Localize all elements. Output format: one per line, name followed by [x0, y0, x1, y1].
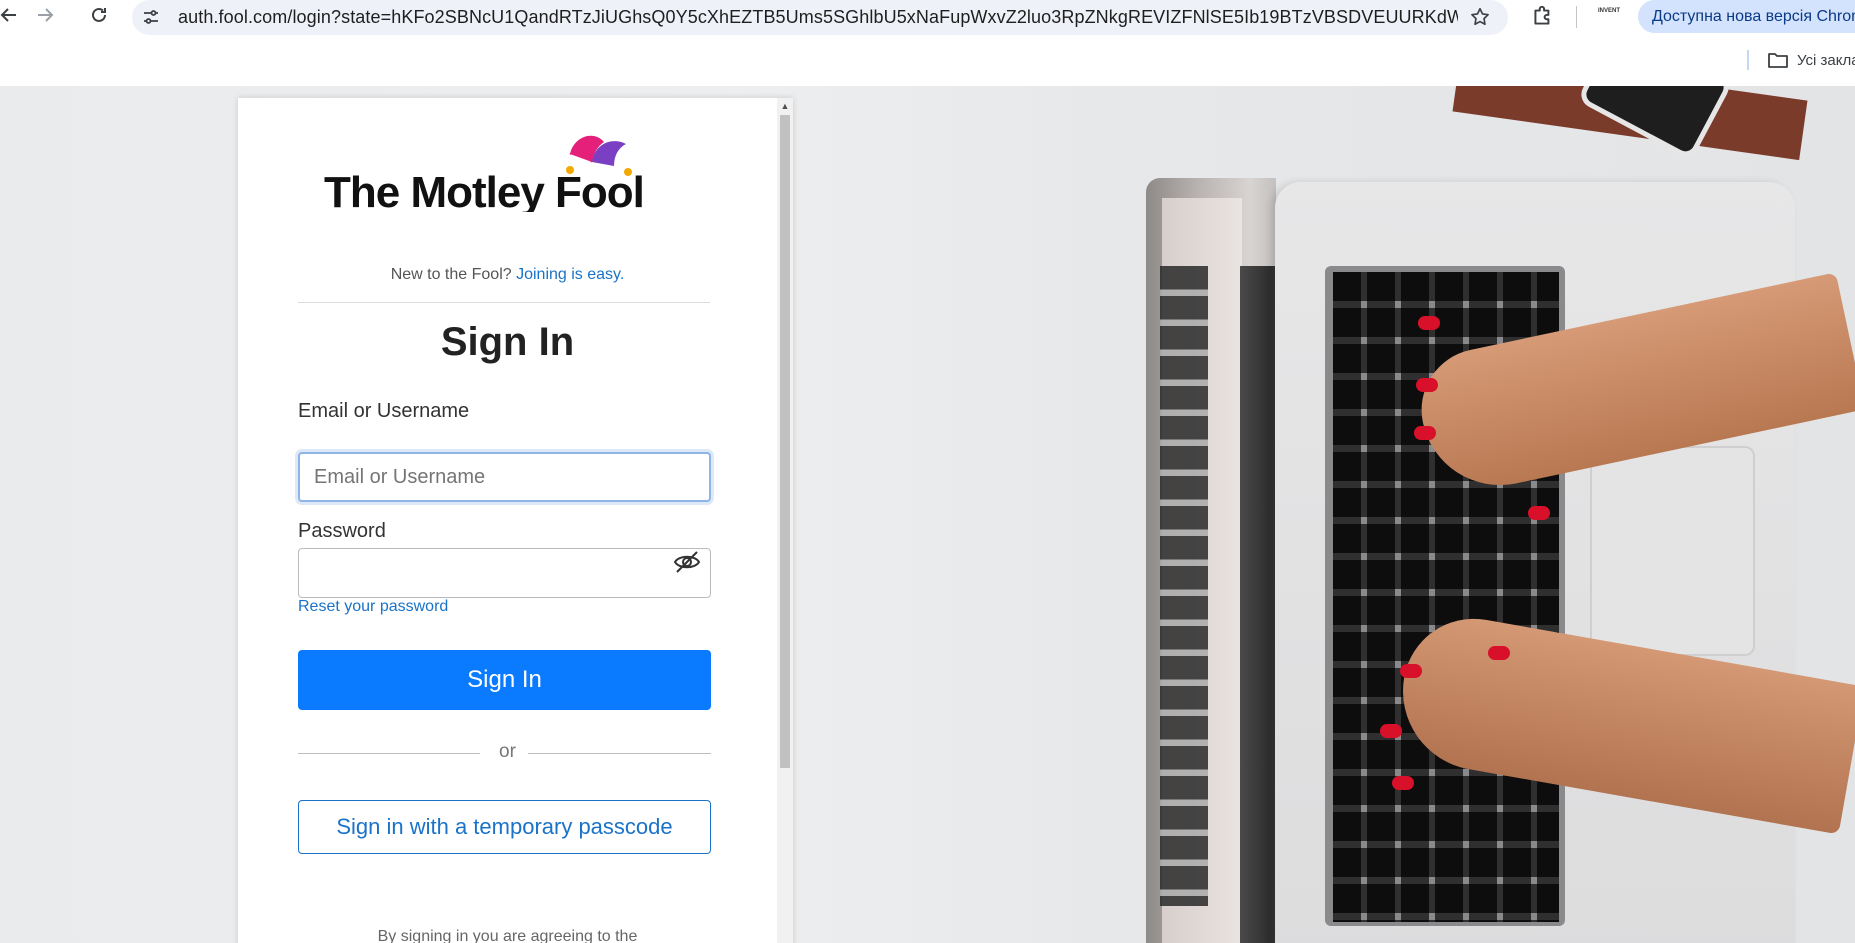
page-viewport: The Motley Fool New to the Fool? Joining…	[0, 86, 1855, 943]
toggle-password-visibility-button[interactable]	[673, 550, 701, 574]
toolbar-divider	[1576, 6, 1577, 28]
all-bookmarks-label: Усі закла	[1797, 51, 1855, 69]
email-label: Email or Username	[298, 400, 470, 422]
reset-password-link[interactable]: Reset your password	[298, 598, 448, 616]
reload-button[interactable]	[86, 2, 112, 28]
terms-text: By signing in you are agreeing to the	[377, 928, 638, 943]
card-scrollbar[interactable]: ▲ ▼	[777, 98, 793, 943]
background-nail	[1416, 378, 1438, 392]
star-icon	[1471, 7, 1489, 26]
background-nail	[1400, 664, 1422, 678]
eye-off-icon	[673, 551, 701, 573]
tune-icon	[144, 10, 158, 24]
address-bar[interactable]: auth.fool.com/login?state=hKFo2SBNcU1Qan…	[132, 0, 1508, 35]
login-card: The Motley Fool New to the Fool? Joining…	[238, 98, 793, 943]
background-trackpad	[1590, 446, 1755, 656]
puzzle-icon	[1534, 5, 1550, 25]
signup-prompt-text: New to the Fool?	[390, 266, 512, 283]
browser-toolbar: auth.fool.com/login?state=hKFo2SBNcU1Qan…	[0, 0, 1855, 36]
bookmarks-divider	[1747, 50, 1749, 70]
background-nail	[1380, 724, 1402, 738]
extensions-button[interactable]	[1530, 3, 1556, 29]
bookmarks-bar: Усі закла	[0, 36, 1855, 86]
folder-icon	[1768, 53, 1788, 68]
chrome-update-button[interactable]: Доступна нова версія Chrome	[1638, 0, 1855, 33]
email-input[interactable]	[298, 452, 711, 502]
url-text[interactable]: auth.fool.com/login?state=hKFo2SBNcU1Qan…	[178, 7, 1458, 28]
motley-fool-logo: The Motley Fool	[324, 135, 645, 212]
page-title: Sign In	[440, 320, 575, 364]
scroll-up-arrow-icon[interactable]: ▲	[780, 101, 790, 111]
reload-icon	[92, 7, 106, 22]
join-link[interactable]: Joining is easy.	[516, 266, 624, 283]
back-button[interactable]	[0, 2, 22, 28]
site-info-button[interactable]	[138, 4, 164, 30]
background-nail	[1392, 776, 1414, 790]
password-label: Password	[298, 520, 386, 542]
sign-in-button[interactable]: Sign In	[298, 650, 711, 710]
or-separator-text: or	[499, 741, 516, 762]
background-nail	[1418, 316, 1440, 330]
password-input[interactable]	[298, 548, 711, 598]
background-nail	[1488, 646, 1510, 660]
or-divider-right	[528, 753, 711, 754]
scroll-thumb[interactable]	[780, 115, 790, 768]
background-reflected-keys	[1160, 266, 1208, 906]
logo-text: The Motley Fool	[324, 168, 644, 212]
arrow-right-icon	[38, 8, 54, 22]
temporary-passcode-button[interactable]: Sign in with a temporary passcode	[298, 800, 711, 854]
arrow-left-icon	[0, 8, 16, 22]
all-bookmarks-button[interactable]: Усі закла	[1767, 50, 1855, 70]
profile-extension-icon[interactable]: INVENT	[1594, 6, 1624, 28]
section-divider	[298, 302, 710, 303]
signup-prompt: New to the Fool? Joining is easy.	[238, 266, 777, 284]
forward-button[interactable]	[32, 2, 58, 28]
background-nail	[1528, 506, 1550, 520]
background-nail	[1414, 426, 1436, 440]
bookmark-star-button[interactable]	[1468, 5, 1492, 29]
